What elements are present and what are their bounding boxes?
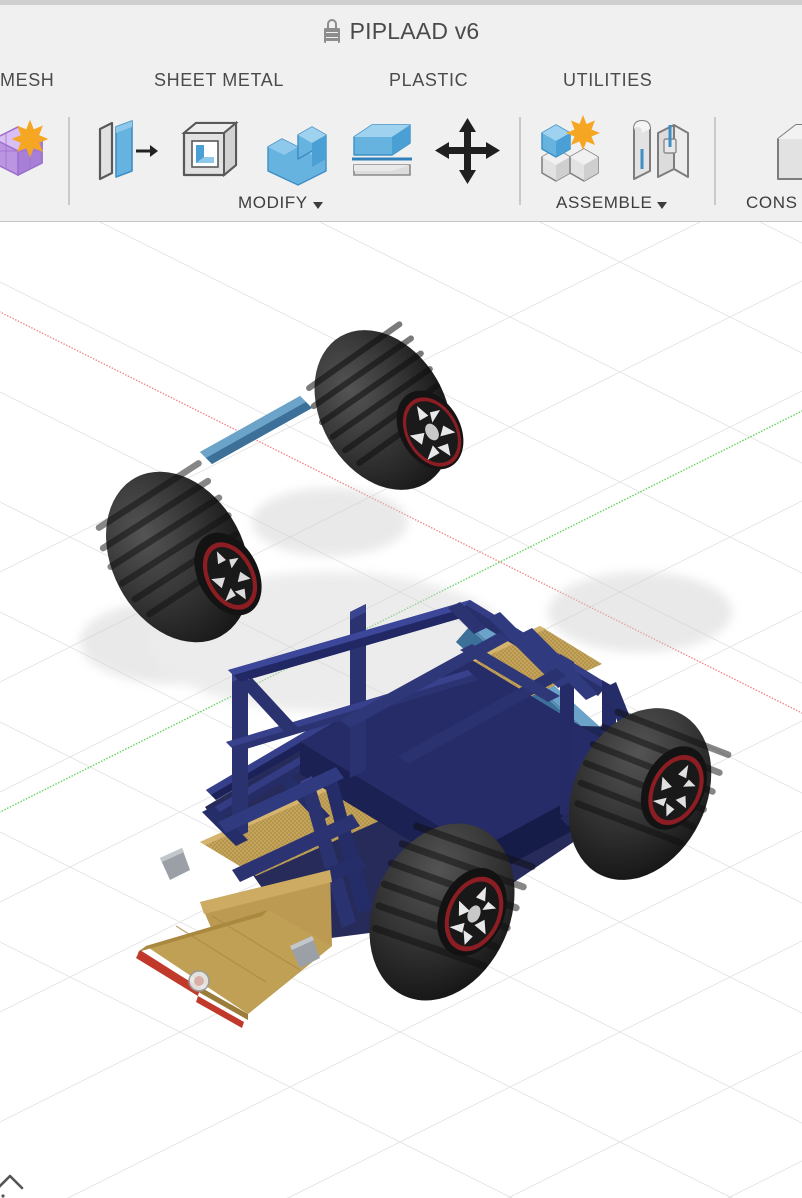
chevron-down-icon bbox=[657, 201, 668, 209]
tab-plastic[interactable]: PLASTIC bbox=[389, 57, 468, 103]
arrow-right-icon bbox=[136, 145, 158, 157]
ribbon-separator bbox=[519, 117, 521, 205]
title-bar: PIPLAAD v6 bbox=[0, 5, 802, 57]
lock-icon bbox=[323, 19, 341, 43]
tab-mesh[interactable]: MESH bbox=[0, 57, 54, 103]
wheel-rear-left bbox=[306, 321, 464, 490]
offset-plane-icon[interactable] bbox=[766, 113, 802, 189]
new-component-icon[interactable] bbox=[534, 113, 606, 189]
split-body-icon[interactable] bbox=[346, 113, 418, 189]
ribbon-tab-strip: MESH SHEET METAL PLASTIC UTILITIES bbox=[0, 57, 802, 103]
axle-rear bbox=[200, 396, 312, 464]
tab-sheet-metal[interactable]: SHEET METAL bbox=[154, 57, 284, 103]
combine-icon[interactable] bbox=[260, 113, 332, 189]
construct-group-label[interactable]: CONS bbox=[746, 193, 798, 213]
document-title[interactable]: PIPLAAD v6 bbox=[323, 18, 480, 45]
joint-icon[interactable] bbox=[624, 113, 696, 189]
ribbon-separator bbox=[68, 117, 70, 205]
star-badge bbox=[11, 119, 49, 158]
trailer-model[interactable] bbox=[0, 222, 802, 1198]
assemble-label-text: ASSEMBLE bbox=[556, 193, 653, 212]
ribbon-panel: MODIFY ASSEMBLE CONS bbox=[0, 103, 802, 222]
modify-group-label[interactable]: MODIFY bbox=[238, 193, 323, 213]
origin-marker bbox=[188, 970, 210, 992]
document-title-label: PIPLAAD v6 bbox=[349, 17, 480, 44]
chevron-down-icon bbox=[312, 201, 323, 209]
view-home-icon[interactable] bbox=[0, 1166, 30, 1198]
ribbon-separator bbox=[714, 117, 716, 205]
press-pull-icon[interactable] bbox=[88, 113, 160, 189]
fusion360-window: PIPLAAD v6 MESH SHEET METAL PLASTIC UTIL… bbox=[0, 0, 802, 1198]
construct-label-text: CONS bbox=[746, 193, 798, 212]
3d-viewport[interactable] bbox=[0, 222, 802, 1198]
modify-label-text: MODIFY bbox=[238, 193, 308, 212]
shell-icon[interactable] bbox=[174, 113, 246, 189]
move-copy-icon[interactable] bbox=[432, 113, 504, 189]
assemble-group-label[interactable]: ASSEMBLE bbox=[556, 193, 668, 213]
create-mesh-icon[interactable] bbox=[0, 113, 56, 189]
tab-utilities[interactable]: UTILITIES bbox=[563, 57, 652, 103]
